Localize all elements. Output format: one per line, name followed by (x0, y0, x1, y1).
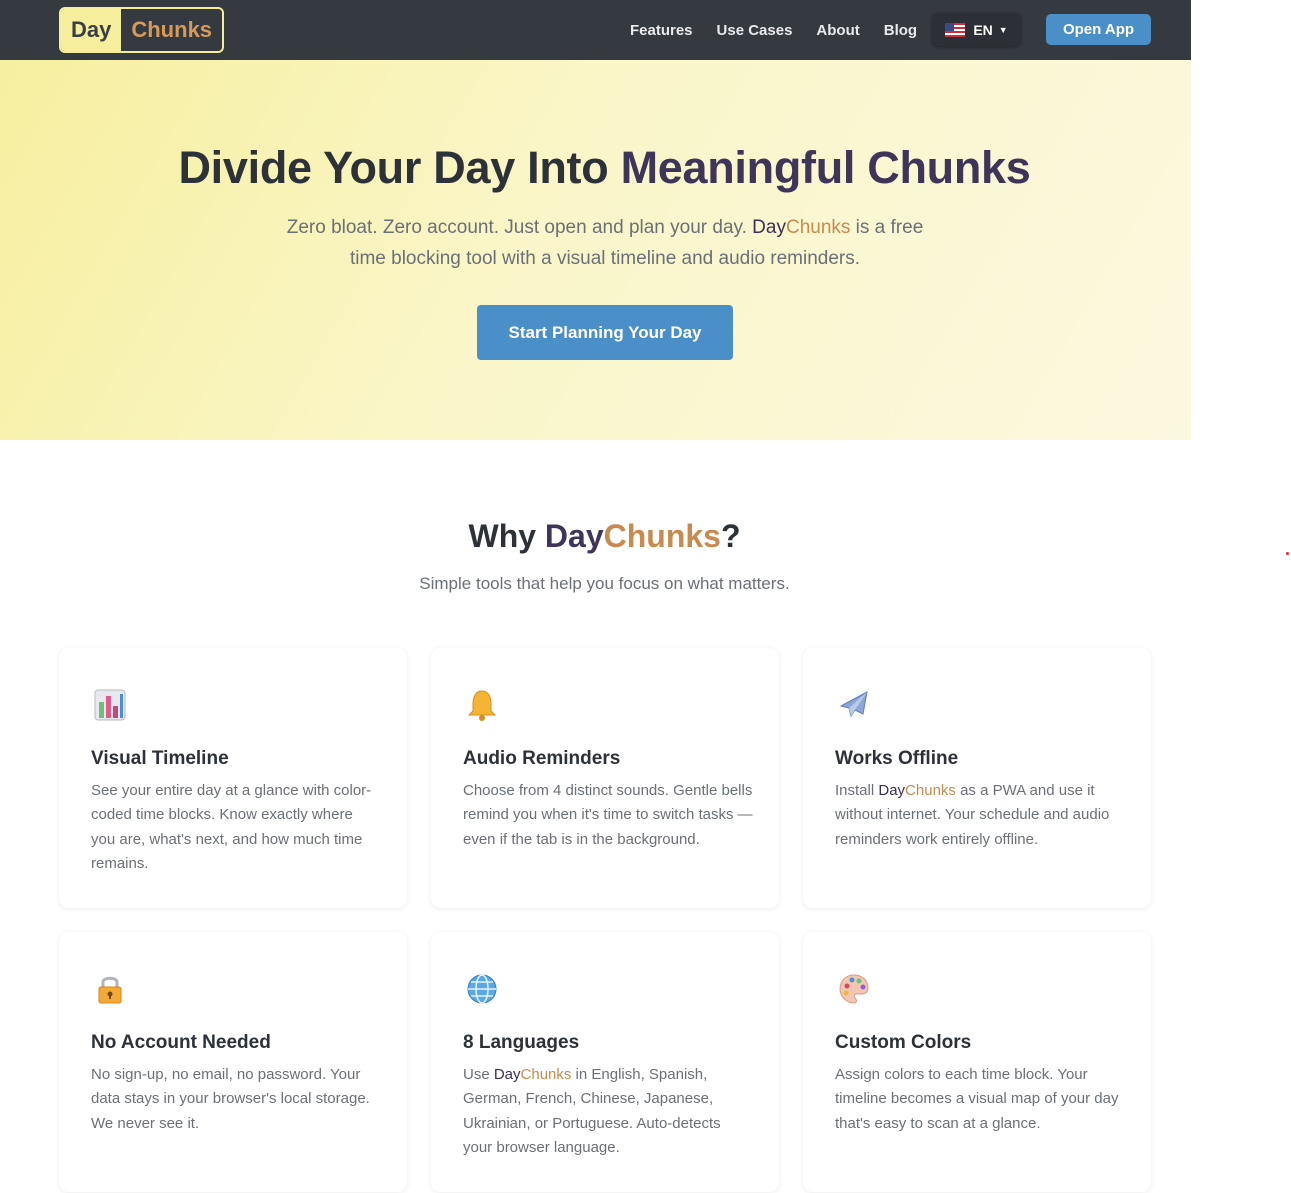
hero-section: Divide Your Day Into Meaningful Chunks Z… (0, 60, 1191, 440)
why-title-day: Day (544, 518, 604, 554)
why-title-prefix: Why (468, 518, 545, 554)
hero-subtitle: Zero bloat. Zero account. Just open and … (280, 212, 930, 274)
feature-desc: Use DayChunks in English, Spanish, Germa… (463, 1063, 753, 1160)
logo-day: Day (61, 9, 122, 51)
start-planning-button[interactable]: Start Planning Your Day (477, 305, 733, 360)
feature-desc: Assign colors to each time block. Your t… (835, 1066, 1119, 1132)
feature-desc-part1: Install (835, 782, 879, 799)
feature-desc: No sign-up, no email, no password. Your … (91, 1066, 370, 1132)
feature-card-visual-timeline: Visual Timeline See your entire day at a… (59, 648, 407, 908)
nav-link-use-cases[interactable]: Use Cases (717, 22, 793, 39)
why-title: Why DayChunks? (0, 518, 1209, 555)
cursor-dot (1286, 552, 1289, 555)
feature-title: 8 Languages (463, 1032, 580, 1053)
open-app-button[interactable]: Open App (1046, 14, 1151, 45)
feature-title: No Account Needed (91, 1032, 271, 1053)
brand-chunks: Chunks (905, 782, 956, 799)
feature-title: Audio Reminders (463, 748, 621, 769)
lock-icon (98, 976, 122, 1004)
nav-link-about[interactable]: About (816, 22, 859, 39)
brand-chunks: Chunks (785, 217, 851, 238)
palette-icon (839, 974, 869, 1004)
why-subtitle: Simple tools that help you focus on what… (419, 574, 790, 593)
navbar: Day Chunks Features Use Cases About Blog… (0, 0, 1191, 60)
airplane-icon (839, 691, 868, 718)
bar-chart-icon (94, 689, 126, 721)
language-selector[interactable]: EN ▼ (932, 13, 1021, 46)
brand-chunks: Chunks (520, 1066, 572, 1083)
hero-title-part1: Divide Your Day Into (178, 142, 621, 193)
why-title-suffix: ? (720, 518, 741, 554)
feature-desc: Install DayChunks as a PWA and use it wi… (835, 779, 1125, 852)
nav-link-features[interactable]: Features (630, 22, 693, 39)
feature-desc-part1: Use (463, 1066, 494, 1083)
brand-day: Day (878, 782, 906, 799)
feature-card-8-languages: 8 Languages Use DayChunks in English, Sp… (431, 932, 779, 1192)
logo[interactable]: Day Chunks (59, 7, 225, 53)
nav-link-blog[interactable]: Blog (884, 22, 917, 39)
feature-title: Visual Timeline (91, 748, 229, 769)
feature-card-audio-reminders: Audio Reminders Choose from 4 distinct s… (431, 648, 779, 908)
feature-card-custom-colors: Custom Colors Assign colors to each time… (803, 932, 1151, 1192)
feature-desc: Choose from 4 distinct sounds. Gentle be… (463, 782, 753, 848)
feature-card-works-offline: Works Offline Install DayChunks as a PWA… (803, 648, 1151, 908)
hero-title: Divide Your Day Into Meaningful Chunks (0, 142, 1209, 194)
feature-title: Works Offline (835, 748, 959, 769)
hero-title-accent: Meaningful Chunks (620, 142, 1031, 193)
why-title-chunks: Chunks (603, 518, 721, 554)
bell-icon (467, 690, 497, 721)
globe-icon (467, 974, 497, 1004)
brand-day: Day (493, 1066, 521, 1083)
feature-title: Custom Colors (835, 1032, 972, 1053)
caret-down-icon: ▼ (998, 24, 1008, 35)
brand-day: Day (752, 217, 786, 238)
logo-chunks: Chunks (121, 9, 223, 51)
feature-desc: See your entire day at a glance with col… (91, 782, 372, 872)
hero-sub-part1: Zero bloat. Zero account. Just open and … (286, 217, 753, 238)
feature-card-no-account: No Account Needed No sign-up, no email, … (59, 932, 407, 1192)
us-flag-icon (945, 22, 966, 37)
language-label: EN (973, 21, 993, 38)
nav-links: Features Use Cases About Blog (618, 0, 929, 60)
